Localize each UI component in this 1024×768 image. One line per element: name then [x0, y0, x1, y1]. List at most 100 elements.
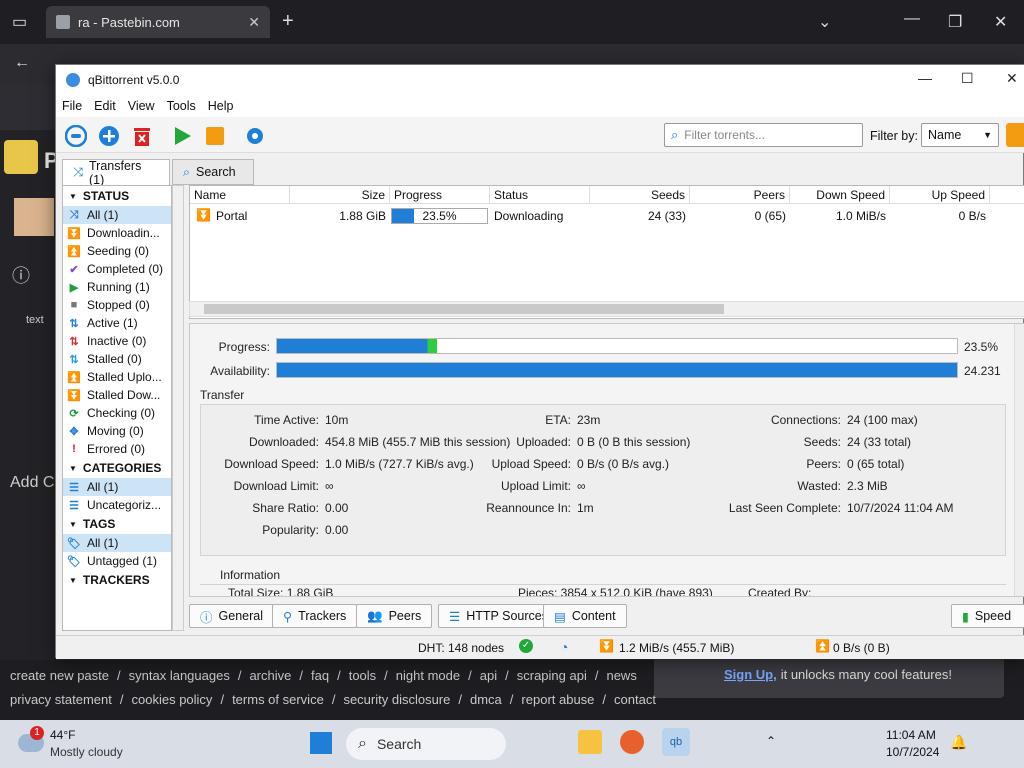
status-filter-item[interactable]: ■ Stopped (0): [63, 296, 171, 314]
resume-icon[interactable]: [171, 125, 193, 147]
col-up-speed[interactable]: Up Speed: [890, 186, 990, 204]
stop-icon[interactable]: [204, 125, 226, 147]
footer-link[interactable]: archive: [249, 668, 291, 683]
new-tab-icon[interactable]: +: [282, 10, 294, 33]
tag-filter-item[interactable]: 🏷 All (1): [63, 534, 171, 552]
footer-link[interactable]: syntax languages: [129, 668, 230, 683]
filter-torrents-input[interactable]: ⌕ Filter torrents...: [664, 123, 863, 147]
tab-peers[interactable]: 👥 Peers: [356, 604, 433, 628]
tab-http-sources[interactable]: ☰ HTTP Sources: [438, 604, 559, 628]
speed-button[interactable]: ▮ Speed: [951, 604, 1024, 628]
tab-general[interactable]: ⓘ General: [189, 604, 274, 628]
footer-link[interactable]: scraping api: [517, 668, 587, 683]
close-tab-icon[interactable]: ✕: [248, 14, 260, 31]
clock-time[interactable]: 11:04 AM: [886, 728, 936, 742]
footer-link[interactable]: news: [606, 668, 636, 683]
tab-actions-icon[interactable]: ▭: [12, 12, 27, 32]
footer-link[interactable]: terms of service: [232, 692, 324, 707]
status-filter-item[interactable]: ⏫ Seeding (0): [63, 242, 171, 260]
col-progress[interactable]: Progress: [390, 186, 490, 204]
footer-separator: /: [119, 692, 124, 707]
status-filter-item[interactable]: ! Errored (0): [63, 440, 171, 458]
firefox-icon[interactable]: [620, 730, 644, 754]
qbittorrent-taskbar-icon[interactable]: qb: [662, 728, 690, 756]
details-scrollbar[interactable]: [1014, 324, 1024, 596]
connection-status-icon[interactable]: ✓: [519, 639, 533, 653]
signup-link[interactable]: Sign Up,: [724, 667, 777, 682]
clock-date[interactable]: 10/7/2024: [886, 745, 939, 759]
status-filter-item[interactable]: ⟳ Checking (0): [63, 404, 171, 422]
tag-filter-item[interactable]: 🏷 Untagged (1): [63, 552, 171, 570]
menu-file[interactable]: File: [62, 99, 82, 113]
close-icon[interactable]: ✕: [1006, 70, 1018, 87]
status-filter-item[interactable]: ✔ Completed (0): [63, 260, 171, 278]
footer-link[interactable]: tools: [349, 668, 376, 683]
chevron-up-icon[interactable]: ⌃: [766, 734, 776, 748]
footer-link[interactable]: night mode: [396, 668, 460, 683]
add-torrent-icon[interactable]: [98, 125, 120, 147]
tab-transfers[interactable]: ⤨ Transfers (1): [62, 159, 170, 187]
menu-view[interactable]: View: [128, 99, 155, 113]
footer-link[interactable]: contact: [614, 692, 656, 707]
status-filter-item[interactable]: ⏬ Stalled Dow...: [63, 386, 171, 404]
status-filter-item[interactable]: ⇅ Active (1): [63, 314, 171, 332]
tab-list-icon[interactable]: ⌄: [818, 12, 831, 32]
restore-browser-icon[interactable]: ❐: [948, 12, 962, 32]
footer-link[interactable]: security disclosure: [343, 692, 450, 707]
minimize-browser-icon[interactable]: —: [904, 10, 920, 28]
col-seeds[interactable]: Seeds: [590, 186, 690, 204]
windows-start-icon[interactable]: [310, 732, 332, 754]
file-explorer-icon[interactable]: [578, 730, 602, 754]
filter-by-select[interactable]: Name ▼: [921, 123, 999, 147]
status-filter-item[interactable]: ⤨ All (1): [63, 206, 171, 224]
footer-link[interactable]: api: [480, 668, 497, 683]
status-filter-item[interactable]: ▶ Running (1): [63, 278, 171, 296]
col-status[interactable]: Status: [490, 186, 590, 204]
close-browser-icon[interactable]: ✕: [994, 12, 1007, 32]
speed-limit-icon[interactable]: ◔: [560, 639, 568, 655]
menu-help[interactable]: Help: [208, 99, 234, 113]
status-filter-item[interactable]: ⇅ Inactive (0): [63, 332, 171, 350]
back-icon[interactable]: ←: [14, 54, 30, 72]
status-filter-item[interactable]: ⏬ Downloadin...: [63, 224, 171, 242]
footer-link[interactable]: dmca: [470, 692, 502, 707]
options-gear-icon[interactable]: [244, 125, 266, 147]
footer-link[interactable]: create new paste: [10, 668, 109, 683]
menu-tools[interactable]: Tools: [167, 99, 196, 113]
table-horizontal-scrollbar[interactable]: [189, 301, 1024, 317]
delete-torrent-icon[interactable]: [131, 125, 153, 147]
add-link-icon[interactable]: [65, 125, 87, 147]
menu-edit[interactable]: Edit: [94, 99, 116, 113]
browser-tab[interactable]: ra - Pastebin.com ✕: [46, 6, 270, 38]
col-peers[interactable]: Peers: [690, 186, 790, 204]
categories-section-header[interactable]: ▼ CATEGORIES: [63, 458, 171, 478]
qbittorrent-window: qBittorrent v5.0.0 — ☐ ✕ File Edit View …: [55, 64, 1024, 659]
footer-link[interactable]: faq: [311, 668, 329, 683]
sidebar-scrollbar[interactable]: [172, 185, 184, 631]
col-down-speed[interactable]: Down Speed: [790, 186, 890, 204]
tab-search[interactable]: ⌕ Search: [172, 159, 254, 185]
footer-link[interactable]: report abuse: [521, 692, 594, 707]
lock-icon[interactable]: [1006, 123, 1024, 147]
table-row[interactable]: ⏬ Portal 1.88 GiB 23.5% Downloading 24 (…: [190, 205, 1024, 227]
status-filter-item[interactable]: ⇅ Stalled (0): [63, 350, 171, 368]
tags-section-header[interactable]: ▼ TAGS: [63, 514, 171, 534]
footer-link[interactable]: cookies policy: [132, 692, 213, 707]
status-section-header[interactable]: ▼ STATUS: [63, 186, 171, 206]
status-filter-item[interactable]: ✥ Moving (0): [63, 422, 171, 440]
trackers-section-header[interactable]: ▼ TRACKERS: [63, 570, 171, 590]
notification-bell-icon[interactable]: 🔔: [950, 734, 967, 751]
maximize-icon[interactable]: ☐: [961, 70, 974, 87]
status-filter-item[interactable]: ⏫ Stalled Uplo...: [63, 368, 171, 386]
scrollbar-thumb[interactable]: [204, 304, 724, 314]
tab-trackers[interactable]: ⚲ Trackers: [272, 604, 358, 628]
category-filter-item[interactable]: ☰ All (1): [63, 478, 171, 496]
status-filter-item-label: Running (1): [87, 280, 150, 294]
tab-content[interactable]: ▤ Content: [543, 604, 627, 628]
col-name[interactable]: Name: [190, 186, 290, 204]
col-size[interactable]: Size: [290, 186, 390, 204]
taskbar-search[interactable]: ⌕ Search: [346, 728, 506, 760]
category-filter-item[interactable]: ☰ Uncategoriz...: [63, 496, 171, 514]
minimize-icon[interactable]: —: [918, 70, 932, 86]
footer-link[interactable]: privacy statement: [10, 692, 112, 707]
